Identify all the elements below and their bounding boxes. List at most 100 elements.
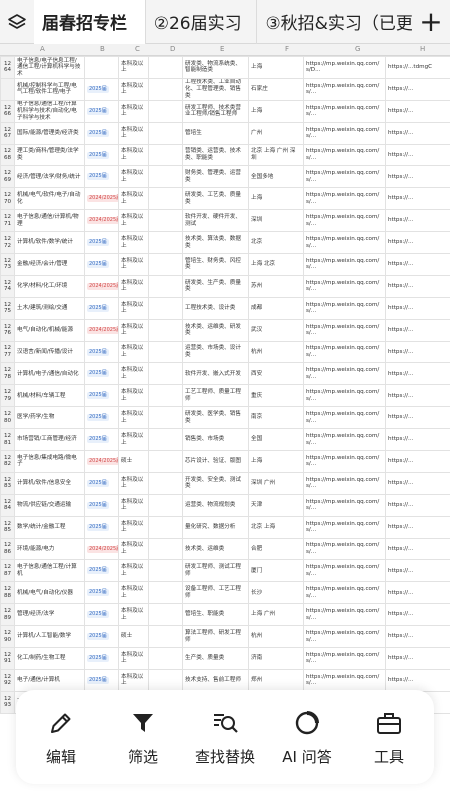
blank-cell[interactable]: [148, 647, 183, 670]
row-number[interactable]: 1284: [0, 493, 15, 517]
jobs-cell[interactable]: 芯片设计、验证、版图: [182, 450, 249, 473]
apply-link-cell[interactable]: https://...: [385, 603, 450, 627]
table-row[interactable]: 1280 医学/药学/生物 2025届 本科及以上 研发类、医学类、销售类 南京 https…: [0, 406, 450, 430]
row-number[interactable]: 1266: [0, 99, 15, 123]
grad-year-cell[interactable]: 2025届: [84, 493, 119, 517]
city-cell[interactable]: 全国: [248, 428, 304, 452]
row-number[interactable]: 1275: [0, 296, 15, 320]
link-cell[interactable]: https://mp.weixin.qq.com/s/...: [303, 143, 386, 167]
blank-cell[interactable]: [148, 77, 183, 101]
data-grid[interactable]: 1264 电子信息/电子信息工程/通信工程/计算机科学与技术 本科及以上 研发类、物流…: [0, 56, 450, 714]
education-cell[interactable]: 本科及以上: [118, 143, 149, 167]
blank-cell[interactable]: [148, 209, 183, 233]
column-letter[interactable]: G: [355, 45, 360, 53]
blank-cell[interactable]: [148, 56, 183, 79]
tools-button[interactable]: 工具: [349, 708, 429, 767]
education-cell[interactable]: 本科及以上: [118, 384, 149, 408]
column-letter[interactable]: C: [135, 45, 140, 53]
link-cell[interactable]: https://mp.weixin.qq.com/s/...: [303, 450, 386, 473]
row-number[interactable]: 1272: [0, 231, 15, 255]
major-cell[interactable]: 汉语言/新闻/传播/设计: [14, 340, 85, 364]
row-number[interactable]: 1279: [0, 384, 15, 408]
jobs-cell[interactable]: 技术类、算法类、数据类: [182, 231, 249, 255]
education-cell[interactable]: 本科及以上: [118, 318, 149, 342]
table-row[interactable]: 1274 化学/材料/化工/环境 2024/2025届 本科及以上 研发类、生产类、质量…: [0, 274, 450, 298]
city-cell[interactable]: 合肥: [248, 537, 304, 561]
education-cell[interactable]: 本科及以上: [118, 165, 149, 189]
link-cell[interactable]: https://mp.weixin.qq.com/s/...: [303, 515, 386, 539]
jobs-cell[interactable]: 管培生、职能类: [182, 603, 249, 627]
city-cell[interactable]: 武汉: [248, 318, 304, 342]
column-letter[interactable]: F: [285, 45, 289, 53]
major-cell[interactable]: 土木/建筑/测绘/交通: [14, 296, 85, 320]
education-cell[interactable]: 本科及以上: [118, 406, 149, 430]
row-number[interactable]: [0, 77, 15, 101]
education-cell[interactable]: 本科及以上: [118, 56, 149, 79]
row-number[interactable]: 1274: [0, 274, 15, 298]
jobs-cell[interactable]: 工艺工程师、质量工程师: [182, 384, 249, 408]
blank-cell[interactable]: [148, 165, 183, 189]
tab-26-internship[interactable]: ②26届实习: [146, 0, 258, 44]
grad-year-cell[interactable]: 2025届: [84, 77, 119, 101]
grad-year-cell[interactable]: 2024/2025届: [84, 274, 119, 298]
row-number[interactable]: 1269: [0, 165, 15, 189]
city-cell[interactable]: 上海: [248, 56, 304, 79]
apply-link-cell[interactable]: https://...: [385, 493, 450, 517]
grad-year-cell[interactable]: 2025届: [84, 253, 119, 276]
link-cell[interactable]: https://mp.weixin.qq.com/s/...: [303, 231, 386, 255]
table-row[interactable]: 1275 土木/建筑/测绘/交通 2025届 本科及以上 工程技术类、设计类 成都 http…: [0, 296, 450, 320]
education-cell[interactable]: 本科及以上: [118, 209, 149, 233]
grad-year-cell[interactable]: 2024/2025届: [84, 318, 119, 342]
table-row[interactable]: 1276 电气/自动化/机械/能源 2024/2025届 本科及以上 技术类、运维类、研…: [0, 318, 450, 342]
row-number[interactable]: 1292: [0, 668, 15, 692]
apply-link-cell[interactable]: https://...: [385, 296, 450, 320]
grad-year-cell[interactable]: 2025届: [84, 603, 119, 627]
jobs-cell[interactable]: 技术类、运维类、研发类: [182, 318, 249, 342]
city-cell[interactable]: 杭州: [248, 625, 304, 649]
row-number[interactable]: 1278: [0, 362, 15, 386]
major-cell[interactable]: 计算机/软件/信息安全: [14, 471, 85, 495]
grad-year-cell[interactable]: 2025届: [84, 143, 119, 167]
major-cell[interactable]: 国际/能源/管理类/经济类: [14, 121, 85, 145]
link-cell[interactable]: https://mp.weixin.qq.com/s/...: [303, 625, 386, 649]
link-cell[interactable]: https://mp.weixin.qq.com/s/...: [303, 187, 386, 211]
blank-cell[interactable]: [148, 340, 183, 364]
city-cell[interactable]: 深圳: [248, 209, 304, 233]
grad-year-cell[interactable]: 2025届: [84, 231, 119, 255]
blank-cell[interactable]: [148, 537, 183, 561]
apply-link-cell[interactable]: https://...: [385, 231, 450, 255]
grad-year-cell[interactable]: 2025届: [84, 165, 119, 189]
jobs-cell[interactable]: 生产类、质量类: [182, 647, 249, 670]
jobs-cell[interactable]: 研发类、工艺类、质量类: [182, 187, 249, 211]
row-number[interactable]: 1289: [0, 603, 15, 627]
blank-cell[interactable]: [148, 274, 183, 298]
city-cell[interactable]: 南京: [248, 406, 304, 430]
city-cell[interactable]: 上海: [248, 187, 304, 211]
link-cell[interactable]: https://mp.weixin.qq.com/s/...: [303, 274, 386, 298]
jobs-cell[interactable]: 研发工程师、测试工程师: [182, 559, 249, 583]
blank-cell[interactable]: [148, 143, 183, 167]
link-cell[interactable]: https://mp.weixin.qq.com/s/...: [303, 77, 386, 101]
apply-link-cell[interactable]: https://...: [385, 406, 450, 430]
tab-autumn-internship[interactable]: ③秋招&实习（已更: [257, 0, 412, 44]
row-number[interactable]: 1283: [0, 471, 15, 495]
education-cell[interactable]: 本科及以上: [118, 121, 149, 145]
city-cell[interactable]: 长沙: [248, 581, 304, 605]
city-cell[interactable]: 广州: [248, 121, 304, 145]
grad-year-cell[interactable]: 2025届: [84, 581, 119, 605]
row-number[interactable]: 1273: [0, 253, 15, 276]
link-cell[interactable]: https://mp.weixin.qq.com/s/...: [303, 471, 386, 495]
jobs-cell[interactable]: 量化研究、数据分析: [182, 515, 249, 539]
jobs-cell[interactable]: 研发类、医学类、销售类: [182, 406, 249, 430]
grad-year-cell[interactable]: 2025届: [84, 668, 119, 692]
jobs-cell[interactable]: 财务类、管理类、运营类: [182, 165, 249, 189]
jobs-cell[interactable]: 运营类、市场类、设计类: [182, 340, 249, 364]
link-cell[interactable]: https://mp.weixin.qq.com/s/...: [303, 493, 386, 517]
table-row[interactable]: 1278 计算机/电子/通信/自动化 2025届 本科及以上 软件开发、嵌入式开发 西安 h…: [0, 362, 450, 386]
row-number[interactable]: 1281: [0, 428, 15, 452]
major-cell[interactable]: 物流/供应链/交通运输: [14, 493, 85, 517]
major-cell[interactable]: 电子信息/通信工程/计算机: [14, 559, 85, 583]
education-cell[interactable]: 本科及以上: [118, 581, 149, 605]
table-row[interactable]: 1277 汉语言/新闻/传播/设计 2025届 本科及以上 运营类、市场类、设计类 杭州 h…: [0, 340, 450, 364]
table-row[interactable]: 1264 电子信息/电子信息工程/通信工程/计算机科学与技术 本科及以上 研发类、物流…: [0, 56, 450, 79]
